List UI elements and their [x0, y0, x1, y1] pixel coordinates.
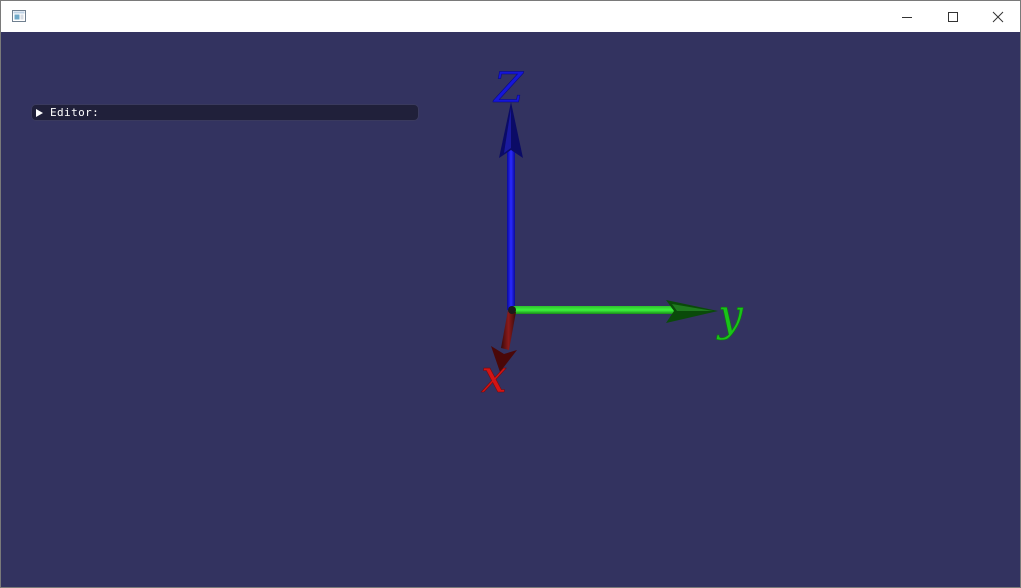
editor-collapsing-header[interactable]: Editor: [31, 104, 419, 121]
z-axis-shaft [507, 142, 515, 310]
app-window: Z y x Editor: [0, 0, 1021, 588]
editor-header-label: Editor: [50, 106, 100, 119]
3d-viewport[interactable]: Z y x Editor: [1, 32, 1020, 587]
x-axis-label: x [481, 349, 507, 403]
minimize-icon [902, 16, 912, 18]
title-bar[interactable] [1, 1, 1020, 32]
app-window-icon [12, 10, 26, 22]
y-axis: y [513, 290, 744, 341]
x-axis-shaft [501, 310, 516, 350]
maximize-icon [948, 11, 958, 22]
close-icon [992, 11, 1004, 22]
z-axis-label: Z [492, 63, 524, 112]
y-axis-arrowhead [666, 300, 718, 323]
maximize-button[interactable] [930, 1, 976, 32]
minimize-button[interactable] [884, 1, 930, 32]
y-axis-label: y [716, 290, 744, 341]
close-button[interactable] [975, 1, 1021, 32]
axes-origin [508, 306, 516, 314]
z-axis: Z [492, 63, 524, 310]
y-axis-shaft [513, 306, 681, 314]
x-axis: x [481, 310, 517, 403]
collapse-arrow-icon [36, 108, 43, 117]
